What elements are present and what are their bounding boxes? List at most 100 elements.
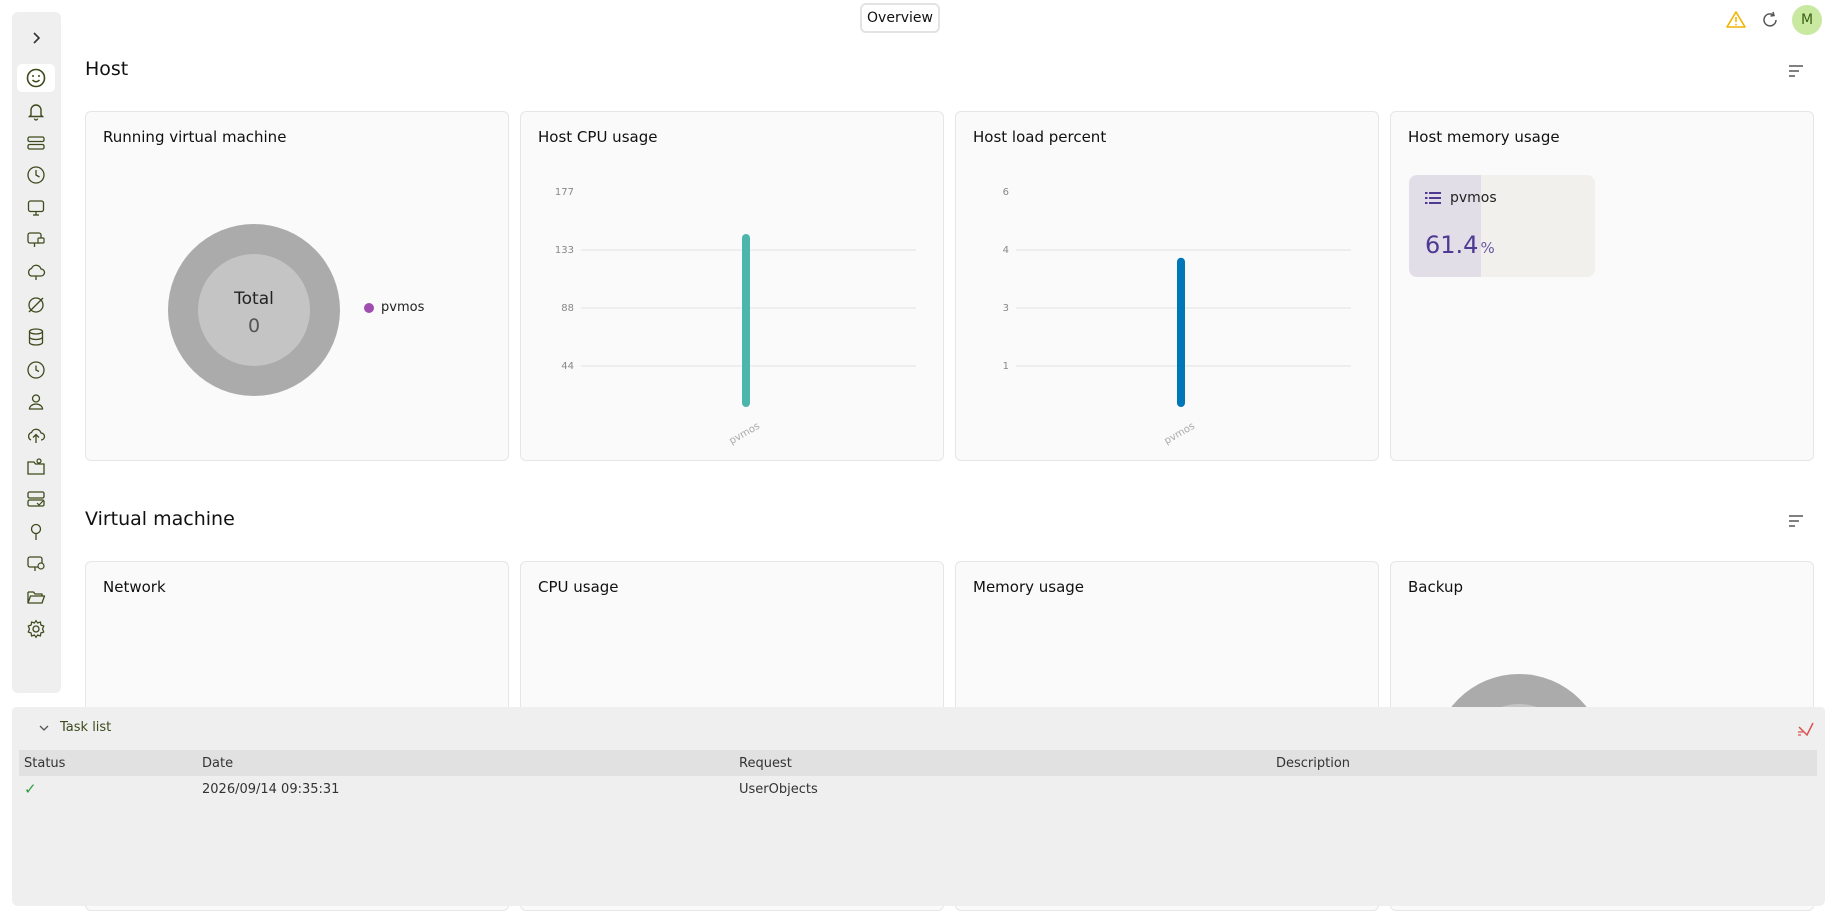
legend-label: pvmos	[381, 300, 425, 315]
user-icon	[28, 394, 44, 410]
card-title: Memory usage	[973, 578, 1085, 596]
monitor-icon	[27, 200, 45, 216]
bell-icon	[27, 104, 45, 121]
sidebar-item-clock-chart[interactable]	[17, 161, 55, 189]
sidebar-item-monitor-settings[interactable]	[17, 550, 55, 578]
filter-icon[interactable]	[1786, 511, 1806, 531]
card-running-vm: Running virtual machine Total 0 pvmos	[85, 111, 509, 461]
sidebar-item-smile[interactable]	[17, 64, 55, 92]
history-icon	[27, 361, 45, 379]
monitor-lock-icon	[27, 232, 45, 247]
task-request: UserObjects	[739, 781, 818, 797]
clear-tasks-icon[interactable]	[1795, 719, 1815, 739]
sidebar-item-plug[interactable]	[17, 518, 55, 546]
section-title-vm: Virtual machine	[85, 508, 235, 530]
monitor-settings-icon	[27, 556, 45, 571]
card-host-load: Host load percent 1 3 4 6 pvmos	[955, 111, 1379, 461]
table-row[interactable]: ✓ 2026/09/14 09:35:31 UserObjects	[19, 776, 1817, 802]
y-tick-label: 3	[1003, 303, 1009, 314]
sidebar-item-monitor[interactable]	[17, 194, 55, 222]
y-tick-label: 133	[555, 245, 574, 256]
sidebar-expand-button[interactable]	[24, 26, 48, 50]
host-load-chart: 1 3 4 6 pvmos	[1003, 187, 1351, 447]
sidebar-item-bell[interactable]	[17, 97, 55, 125]
sidebar-item-server[interactable]	[17, 129, 55, 157]
warning-button[interactable]	[1724, 8, 1748, 32]
cloud-sync-icon	[27, 264, 46, 280]
sidebar-item-history[interactable]	[17, 356, 55, 384]
sidebar-item-user[interactable]	[17, 388, 55, 416]
column-header-request[interactable]: Request	[734, 756, 1271, 771]
column-header-description[interactable]: Description	[1271, 756, 1817, 771]
card-title: CPU usage	[538, 578, 619, 596]
top-toolbar: M	[1724, 5, 1822, 35]
sidebar-item-monitor-lock[interactable]	[17, 226, 55, 254]
sidebar-item-folder-user[interactable]	[17, 453, 55, 481]
app-root: Overview M Host Running virtual machine	[0, 0, 1836, 918]
plug-icon	[30, 523, 42, 540]
refresh-icon	[1763, 11, 1777, 27]
smile-icon	[26, 68, 46, 88]
warning-icon	[1726, 11, 1746, 28]
y-tick-label: 88	[561, 303, 574, 314]
section-title-host: Host	[85, 58, 129, 80]
card-title: Host CPU usage	[538, 128, 658, 146]
filter-icon[interactable]	[1786, 61, 1806, 81]
y-tick-label: 4	[1003, 245, 1009, 256]
column-header-status[interactable]: Status	[19, 756, 197, 771]
task-list-toggle[interactable]: Task list	[38, 720, 111, 735]
task-date: 2026/09/14 09:35:31	[202, 781, 340, 797]
sidebar-item-folder-open[interactable]	[17, 583, 55, 611]
column-header-date[interactable]: Date	[197, 756, 734, 771]
card-title: Host load percent	[973, 128, 1107, 146]
card-title: Network	[103, 578, 166, 596]
refresh-button[interactable]	[1758, 8, 1782, 32]
gear-icon	[27, 619, 45, 639]
sidebar-item-database[interactable]	[17, 323, 55, 351]
task-table: Status Date Request Description ✓ 2026/0…	[19, 750, 1817, 802]
list-icon	[1425, 192, 1441, 204]
memory-unit: %	[1480, 239, 1495, 257]
cloud-upload-icon	[27, 428, 46, 443]
y-tick-label: 6	[1003, 187, 1009, 198]
server-check-icon	[27, 491, 45, 507]
status-check-icon: ✓	[24, 780, 37, 798]
donut-center-label: Total	[233, 289, 274, 309]
y-tick-label: 1	[1003, 361, 1009, 372]
memory-host-name: pvmos	[1450, 190, 1497, 206]
avatar[interactable]: M	[1792, 5, 1822, 35]
task-list-title: Task list	[60, 720, 112, 735]
legend-item[interactable]: pvmos	[364, 300, 424, 315]
sidebar-item-server-check[interactable]	[17, 485, 55, 513]
satellite-icon	[28, 297, 44, 313]
sidebar-item-cloud-upload[interactable]	[17, 421, 55, 449]
donut-center-value: 0	[248, 315, 260, 337]
bar-pvmos[interactable]	[742, 233, 750, 407]
memory-value-number: 61.4	[1425, 231, 1479, 259]
card-title: Host memory usage	[1408, 128, 1560, 146]
card-title: Running virtual machine	[103, 128, 287, 146]
chevron-right-icon	[33, 32, 41, 44]
host-cpu-chart: 44 88 133 177 pvmos	[555, 187, 916, 447]
sidebar	[12, 12, 61, 693]
chevron-down-icon	[39, 725, 49, 731]
folder-user-icon	[27, 458, 45, 475]
donut-inner	[198, 254, 310, 366]
memory-tile[interactable]: pvmos 61.4%	[1409, 175, 1595, 277]
database-icon	[28, 328, 44, 346]
y-tick-label: 177	[555, 187, 574, 198]
task-panel: Task list Status Date Request Descriptio…	[12, 707, 1825, 906]
sidebar-item-cloud-sync[interactable]	[17, 258, 55, 286]
sidebar-item-satellite[interactable]	[17, 291, 55, 319]
card-host-cpu: Host CPU usage 44 88 133 177 pvmos	[520, 111, 944, 461]
sidebar-item-gear[interactable]	[17, 615, 55, 643]
card-title: Backup	[1408, 578, 1463, 596]
tab-overview[interactable]: Overview	[860, 3, 940, 33]
clock-chart-icon	[27, 166, 45, 184]
memory-host: pvmos	[1425, 190, 1497, 206]
memory-value: 61.4%	[1425, 231, 1495, 259]
server-icon	[27, 136, 45, 150]
x-tick-label: pvmos	[728, 421, 762, 447]
running-vm-donut: Total 0	[168, 224, 340, 396]
bar-pvmos[interactable]	[1177, 257, 1185, 407]
